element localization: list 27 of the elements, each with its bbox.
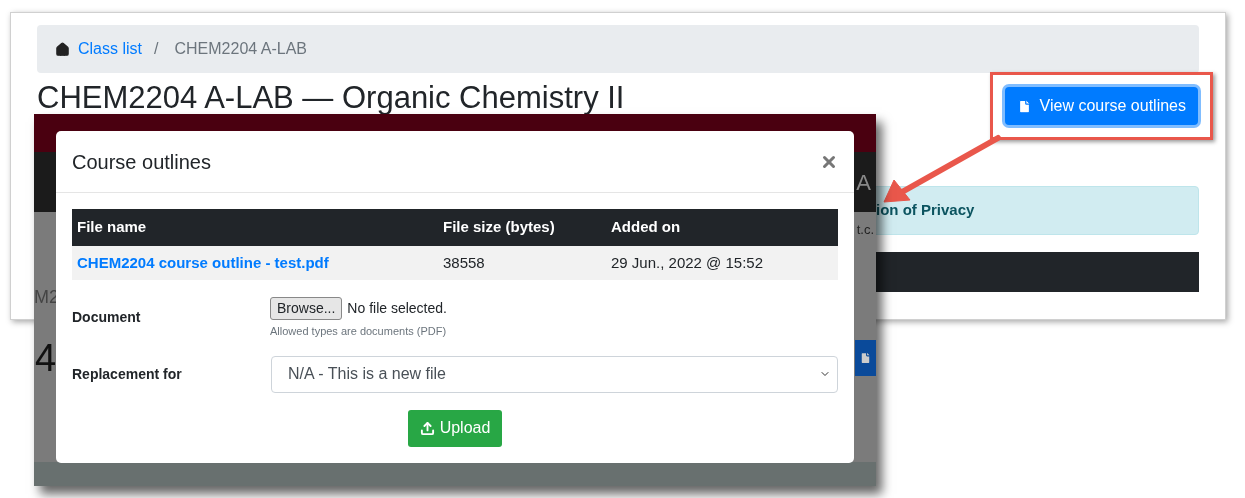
home-icon: [55, 41, 70, 57]
upload-button[interactable]: Upload: [407, 409, 503, 447]
document-icon: [859, 350, 872, 365]
table-cell: 38558: [438, 246, 606, 280]
notice-text: ion of Privacy: [876, 200, 975, 221]
table-cell: 29 Jun., 2022 @ 15:52: [606, 246, 838, 280]
modal-title: Course outlines: [72, 149, 211, 175]
view-outlines-button[interactable]: View course outlines: [1004, 87, 1198, 125]
faded-text: 4: [34, 338, 57, 377]
upload-icon: [419, 420, 435, 436]
breadcrumb-link[interactable]: Class list: [78, 37, 142, 61]
column-header: Added on: [606, 209, 838, 246]
field-label: Replacement for: [72, 364, 183, 384]
replacement-select[interactable]: N/A - This is a new file: [271, 355, 838, 393]
document-icon: [1016, 98, 1032, 114]
faded-text: A: [856, 168, 874, 197]
file-link[interactable]: CHEM2204 course outline - test.pdf: [77, 253, 329, 271]
file-status: No file selected.: [347, 299, 447, 318]
hint-text: Allowed types are documents (PDF): [270, 324, 447, 339]
field-label: Document: [72, 308, 142, 327]
breadcrumb-current: CHEM2204 A-LAB: [173, 39, 307, 59]
column-header: File size (bytes): [438, 209, 606, 246]
column-header: File name: [72, 209, 438, 246]
page-title: CHEM2204 A-LAB — Organic Chemistry II: [37, 81, 625, 113]
breadcrumb-separator: /: [153, 39, 160, 59]
browse-button[interactable]: Browse...: [270, 297, 343, 320]
faded-text: t.c.: [856, 221, 874, 239]
